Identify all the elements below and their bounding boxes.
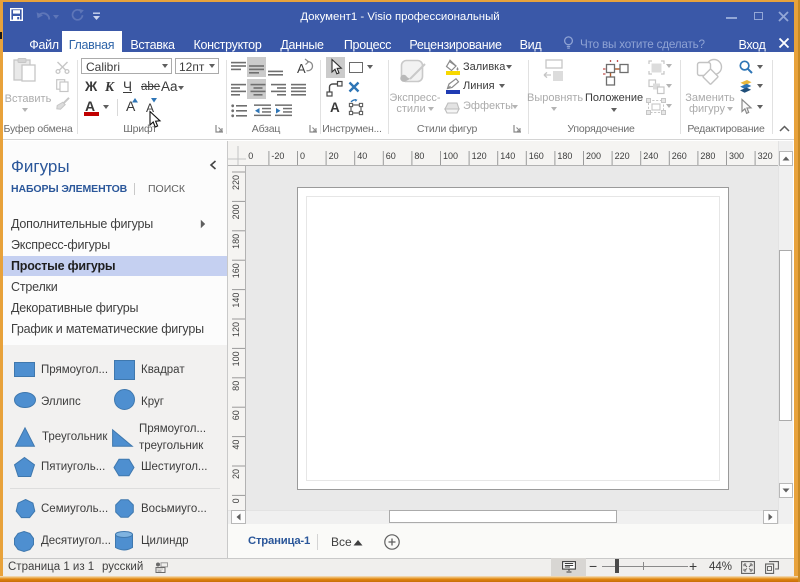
svg-text:280: 280: [700, 151, 715, 161]
svg-text:220: 220: [615, 151, 630, 161]
svg-text:А: А: [297, 61, 306, 76]
svg-text:160: 160: [231, 263, 241, 278]
svg-text:0: 0: [248, 151, 253, 161]
svg-text:100: 100: [231, 351, 241, 366]
svg-text:40: 40: [357, 151, 367, 161]
svg-text:240: 240: [643, 151, 658, 161]
svg-text:200: 200: [586, 151, 601, 161]
svg-text:60: 60: [386, 151, 396, 161]
svg-text:0: 0: [300, 151, 305, 161]
svg-text:180: 180: [231, 234, 241, 249]
svg-text:320: 320: [758, 151, 773, 161]
svg-text:20: 20: [231, 469, 241, 479]
svg-text:120: 120: [231, 322, 241, 337]
svg-text:80: 80: [414, 151, 424, 161]
svg-text:140: 140: [231, 293, 241, 308]
svg-text:180: 180: [557, 151, 572, 161]
svg-text:120: 120: [472, 151, 487, 161]
svg-text:220: 220: [231, 175, 241, 190]
svg-text:160: 160: [529, 151, 544, 161]
svg-text:20: 20: [329, 151, 339, 161]
svg-text:200: 200: [231, 204, 241, 219]
svg-text:260: 260: [672, 151, 687, 161]
svg-text:-20: -20: [271, 151, 284, 161]
svg-text:40: 40: [231, 440, 241, 450]
svg-text:100: 100: [443, 151, 458, 161]
svg-text:140: 140: [500, 151, 515, 161]
svg-text:80: 80: [231, 381, 241, 391]
svg-text:60: 60: [231, 410, 241, 420]
svg-text:0: 0: [231, 498, 241, 503]
svg-text:300: 300: [729, 151, 744, 161]
